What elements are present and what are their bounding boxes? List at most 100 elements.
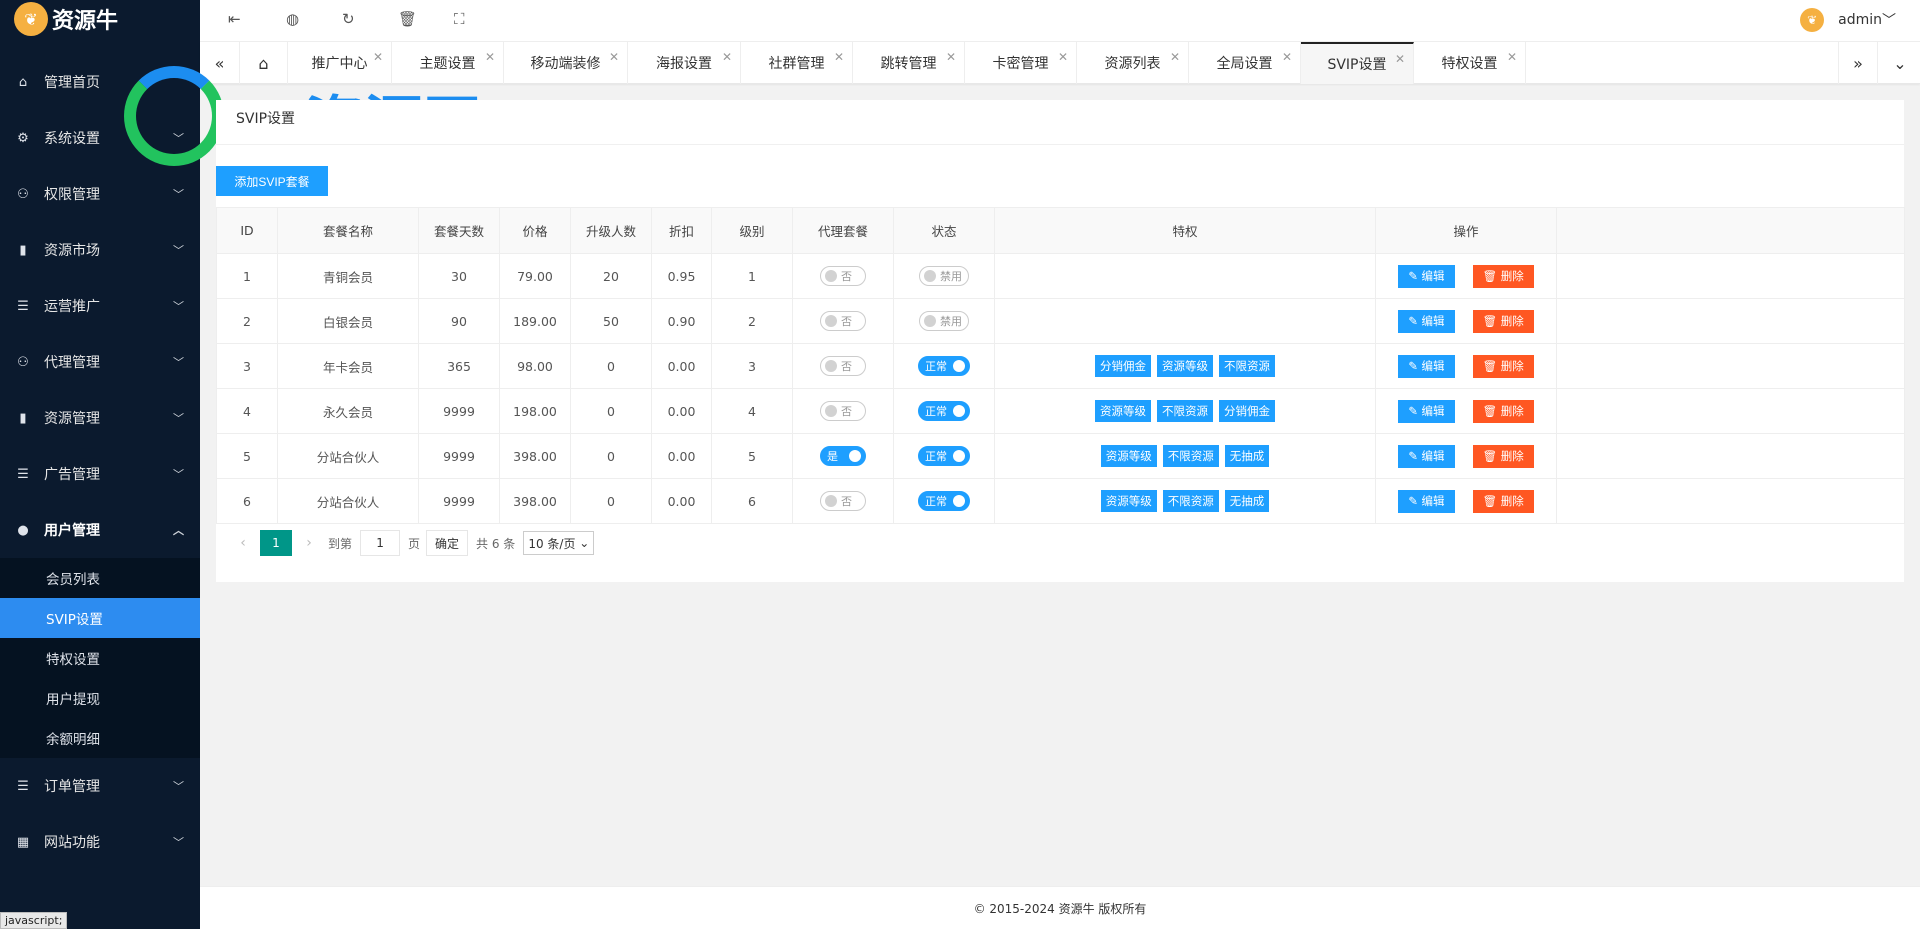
user-icon: ● [17,522,29,538]
confirm-button[interactable]: 确定 [426,530,469,556]
sidebar-item[interactable]: ☰ 订单管理 ﹀ [0,758,200,814]
sidebar-item[interactable]: ☰ 广告管理 ﹀ [0,446,200,502]
tab[interactable]: 海报设置 ✕ [628,42,741,84]
close-icon[interactable]: ✕ [1395,52,1405,66]
divider [216,144,1904,145]
prev-page-icon[interactable]: ‹ [232,535,254,551]
close-icon[interactable]: ✕ [1058,50,1068,64]
agent-toggle[interactable]: 否 [820,266,866,286]
close-icon[interactable]: ✕ [946,50,956,64]
delete-label: 删除 [1500,269,1524,283]
add-svip-button[interactable]: 添加SVIP套餐 [216,166,328,196]
sidebar-item[interactable]: ● 用户管理 ︿ [0,502,200,558]
close-icon[interactable]: ✕ [722,50,732,64]
sidebar-item[interactable]: ⚙ 系统设置 ﹀ [0,110,200,166]
cell-discount: 0.00 [651,478,712,524]
tab[interactable]: 推广中心 ✕ [288,42,392,84]
close-icon[interactable]: ✕ [1170,50,1180,64]
status-toggle[interactable]: 正常 [918,401,970,421]
agent-toggle[interactable]: 否 [820,401,866,421]
tab[interactable]: 跳转管理 ✕ [853,42,965,84]
page-current[interactable]: 1 [260,530,292,556]
edit-label: 编辑 [1421,449,1445,463]
menu-fold-icon[interactable]: ⇤ [228,10,241,28]
submenu-item[interactable]: 会员列表 [0,558,200,598]
sidebar-item[interactable]: ▮ 资源管理 ﹀ [0,390,200,446]
cell-actions: ✎ 编辑 🗑 删除 [1375,478,1557,524]
agent-toggle[interactable]: 是 [820,446,866,466]
submenu-item[interactable]: 用户提现 [0,678,200,718]
delete-button[interactable]: 🗑 删除 [1472,444,1534,468]
status-toggle[interactable]: 正常 [918,356,970,376]
tab[interactable]: 主题设置 ✕ [392,42,504,84]
submenu-item[interactable]: SVIP设置 [0,598,200,638]
delete-button[interactable]: 🗑 删除 [1472,264,1534,288]
sidebar-item-label: 资源管理 [44,411,100,427]
logo[interactable]: ❦ 资源牛 [0,0,200,38]
delete-button[interactable]: 🗑 删除 [1472,489,1534,513]
delete-button[interactable]: 🗑 删除 [1472,354,1534,378]
tabs-dropdown-icon[interactable]: ⌄ [1880,42,1920,84]
next-page-icon[interactable]: › [298,535,320,551]
tabs-left-icon[interactable]: « [200,42,240,84]
close-icon[interactable]: ✕ [373,50,383,64]
agent-toggle[interactable]: 否 [820,491,866,511]
delete-button[interactable]: 🗑 删除 [1472,309,1534,333]
cell-actions: ✎ 编辑 🗑 删除 [1375,253,1557,299]
per-page-select[interactable]: 10 条/页 ⌄ [523,531,595,555]
grid-icon: ▦ [16,834,30,850]
status-toggle[interactable]: 正常 [918,446,970,466]
tab[interactable]: 全局设置 ✕ [1189,42,1301,84]
tab[interactable]: SVIP设置 ✕ [1301,42,1414,84]
edit-button[interactable]: ✎ 编辑 [1398,399,1455,423]
sidebar-item[interactable]: ⚇ 代理管理 ﹀ [0,334,200,390]
users-icon: ⚇ [17,354,29,370]
agent-toggle[interactable]: 否 [820,356,866,376]
submenu-user: 会员列表 SVIP设置 特权设置 用户提现 余额明细 [0,558,200,758]
sidebar-item[interactable]: ⚇ 权限管理 ﹀ [0,166,200,222]
edit-button[interactable]: ✎ 编辑 [1398,309,1455,333]
cell-price: 398.00 [499,478,571,524]
delete-label: 删除 [1500,494,1524,508]
chevron-down-icon: ﹀ [173,132,184,145]
fullscreen-icon[interactable]: ⛶ [454,10,465,28]
close-icon[interactable]: ✕ [609,50,619,64]
refresh-icon[interactable]: ↻ [342,10,355,28]
trash-icon[interactable]: 🗑 [398,10,417,28]
cell-agent: 否 [792,478,894,524]
status-toggle[interactable]: 禁用 [919,266,969,286]
home-tab-icon[interactable]: ⌂ [240,42,288,84]
submenu-item[interactable]: 余额明细 [0,718,200,758]
sidebar-item[interactable]: ⌂ 管理首页 [0,54,200,110]
edit-button[interactable]: ✎ 编辑 [1398,264,1455,288]
tabs-right-icon[interactable]: » [1838,42,1878,84]
sidebar-item[interactable]: ▦ 网站功能 ﹀ [0,814,200,870]
chevron-down-icon: ﹀ [173,244,184,257]
close-icon[interactable]: ✕ [834,50,844,64]
sidebar-item[interactable]: ☰ 运营推广 ﹀ [0,278,200,334]
tab[interactable]: 社群管理 ✕ [741,42,853,84]
agent-toggle[interactable]: 否 [820,311,866,331]
cell-agent: 否 [792,388,894,434]
edit-button[interactable]: ✎ 编辑 [1398,489,1455,513]
tab[interactable]: 资源列表 ✕ [1077,42,1189,84]
close-icon[interactable]: ✕ [485,50,495,64]
close-icon[interactable]: ✕ [1282,50,1292,64]
cell-empty [1556,253,1905,299]
close-icon[interactable]: ✕ [1507,50,1517,64]
chevron-down-icon: ﹀ [173,188,184,201]
user-menu[interactable]: ❦ admin ﹀ [1800,8,1896,32]
edit-button[interactable]: ✎ 编辑 [1398,444,1455,468]
status-toggle[interactable]: 禁用 [919,311,969,331]
status-toggle[interactable]: 正常 [918,491,970,511]
page-input[interactable]: 1 [360,530,401,556]
globe-icon[interactable]: ◍ [286,10,299,28]
edit-button[interactable]: ✎ 编辑 [1398,354,1455,378]
delete-button[interactable]: 🗑 删除 [1472,399,1534,423]
submenu-item[interactable]: 特权设置 [0,638,200,678]
sidebar-item[interactable]: ▮ 资源市场 ﹀ [0,222,200,278]
sidebar-item-label: 运营推广 [44,299,100,315]
tab[interactable]: 移动端装修 ✕ [504,42,628,84]
tab[interactable]: 卡密管理 ✕ [965,42,1077,84]
tab[interactable]: 特权设置 ✕ [1414,42,1526,84]
